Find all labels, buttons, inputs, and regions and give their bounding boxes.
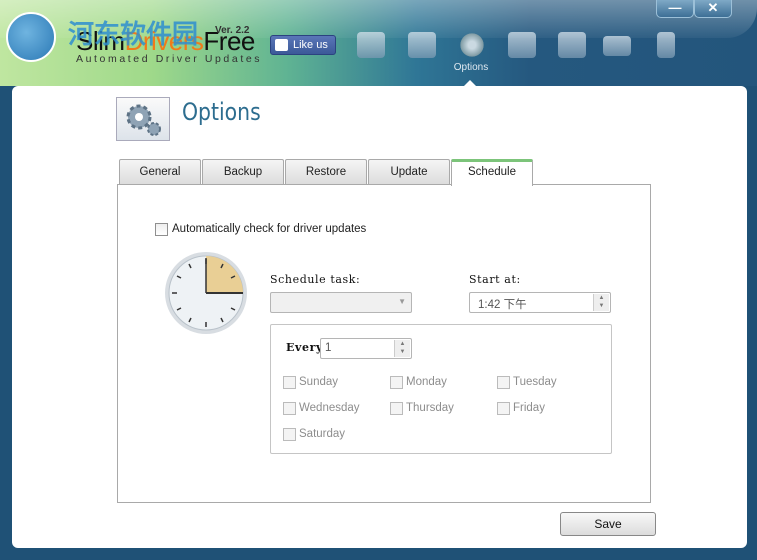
schedule-task-dropdown[interactable]: ▼ [270,292,412,313]
monday-label: Monday [406,376,447,388]
app-logo-icon [6,12,56,62]
version-label: Ver. 2.2 [215,25,250,36]
tab-schedule[interactable]: Schedule [451,159,533,186]
every-input[interactable]: 1 ▲ ▼ [320,338,412,359]
close-button[interactable]: ✕ [694,0,732,18]
page-title: Options [182,98,261,126]
friday-checkbox[interactable] [497,402,510,415]
auto-check-label: Automatically check for driver updates [172,223,367,235]
tuesday-label: Tuesday [513,376,557,388]
hardware-icon[interactable] [603,36,631,56]
tab-restore[interactable]: Restore [285,159,367,185]
thumbs-up-icon [275,39,288,51]
time-spinner[interactable]: ▲ ▼ [593,294,609,311]
wednesday-checkbox[interactable] [283,402,296,415]
restore-icon[interactable] [508,32,536,58]
minimize-button[interactable]: — [656,0,694,18]
watermark: 河东软件园 [68,20,199,50]
auto-check-checkbox[interactable] [155,223,168,236]
clock-icon [165,252,247,334]
every-value: 1 [325,342,332,354]
nav-options-label[interactable]: Options [450,62,492,73]
sunday-label: Sunday [299,376,339,388]
start-at-value: 1:42 下午 [478,299,527,311]
friday-label: Friday [513,402,545,414]
scan-icon[interactable] [408,32,436,58]
chevron-down-icon: ▼ [398,297,406,306]
like-us-label: Like us [293,39,328,51]
sunday-checkbox[interactable] [283,376,296,389]
start-at-label: Start at: [469,273,521,286]
every-label: Every [286,341,323,354]
thursday-label: Thursday [406,402,454,414]
user-icon[interactable] [657,32,675,58]
gear-icon[interactable] [458,32,486,58]
saturday-label: Saturday [299,428,346,440]
start-at-time-input[interactable]: 1:42 下午 ▲ ▼ [469,292,611,313]
options-header-icon [116,97,170,141]
wednesday-label: Wednesday [299,402,360,414]
tab-backup[interactable]: Backup [202,159,284,185]
every-spinner[interactable]: ▲ ▼ [394,340,410,357]
gears-icon [126,104,161,136]
tab-general[interactable]: General [119,159,201,185]
tab-update[interactable]: Update [368,159,450,185]
home-icon[interactable] [357,32,385,58]
schedule-task-label: Schedule task: [270,273,361,286]
tagline: Automated Driver Updates [76,53,263,65]
monday-checkbox[interactable] [390,376,403,389]
like-us-button[interactable]: Like us [270,35,336,55]
title-bar: SlimDriversFree 河东软件园 Ver. 2.2 Automated… [0,0,757,87]
saturday-checkbox[interactable] [283,428,296,441]
tuesday-checkbox[interactable] [497,376,510,389]
add-driver-icon[interactable] [558,32,586,58]
save-button[interactable]: Save [560,512,656,536]
thursday-checkbox[interactable] [390,402,403,415]
